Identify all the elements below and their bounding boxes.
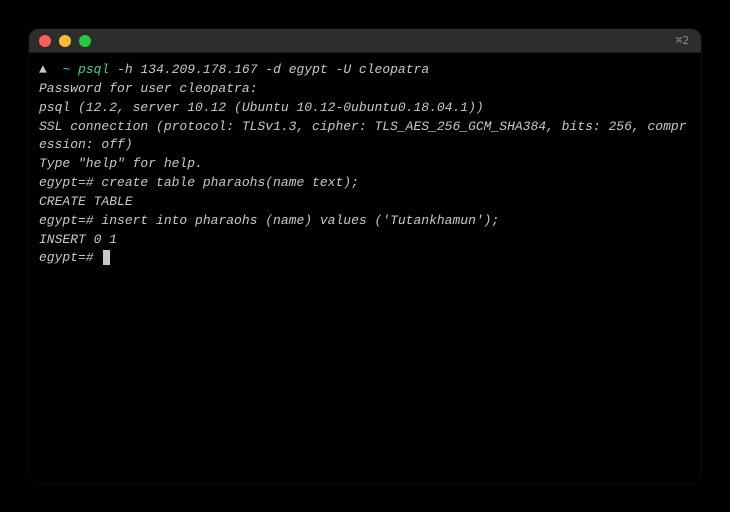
titlebar: ⌘2: [29, 29, 701, 53]
psql-prompt: egypt=#: [39, 250, 101, 265]
psql-prompt: egypt=#: [39, 175, 101, 190]
command-name: psql: [78, 62, 109, 77]
prompt-line: ▲ ~ psql -h 134.209.178.167 -d egypt -U …: [39, 61, 691, 80]
cursor-icon: [103, 250, 110, 265]
psql-prompt: egypt=#: [39, 213, 101, 228]
output-line: CREATE TABLE: [39, 193, 691, 212]
sql-line: egypt=# create table pharaohs(name text)…: [39, 174, 691, 193]
traffic-lights: [39, 35, 91, 47]
output-line: INSERT 0 1: [39, 231, 691, 250]
terminal-window: ⌘2 ▲ ~ psql -h 134.209.178.167 -d egypt …: [29, 29, 701, 483]
minimize-button[interactable]: [59, 35, 71, 47]
maximize-button[interactable]: [79, 35, 91, 47]
terminal-body[interactable]: ▲ ~ psql -h 134.209.178.167 -d egypt -U …: [29, 53, 701, 483]
output-line: SSL connection (protocol: TLSv1.3, ciphe…: [39, 118, 691, 156]
sql-line: egypt=#: [39, 249, 691, 268]
output-line: Type "help" for help.: [39, 155, 691, 174]
sql-line: egypt=# insert into pharaohs (name) valu…: [39, 212, 691, 231]
command-args: -h 134.209.178.167 -d egypt -U cleopatra: [117, 62, 429, 77]
sql-statement: create table pharaohs(name text);: [101, 175, 358, 190]
output-line: Password for user cleopatra:: [39, 80, 691, 99]
close-button[interactable]: [39, 35, 51, 47]
prompt-triangle-icon: ▲: [39, 62, 47, 77]
sql-statement: insert into pharaohs (name) values ('Tut…: [101, 213, 499, 228]
prompt-cwd: ~: [62, 62, 70, 77]
output-line: psql (12.2, server 10.12 (Ubuntu 10.12-0…: [39, 99, 691, 118]
session-indicator: ⌘2: [676, 34, 689, 47]
